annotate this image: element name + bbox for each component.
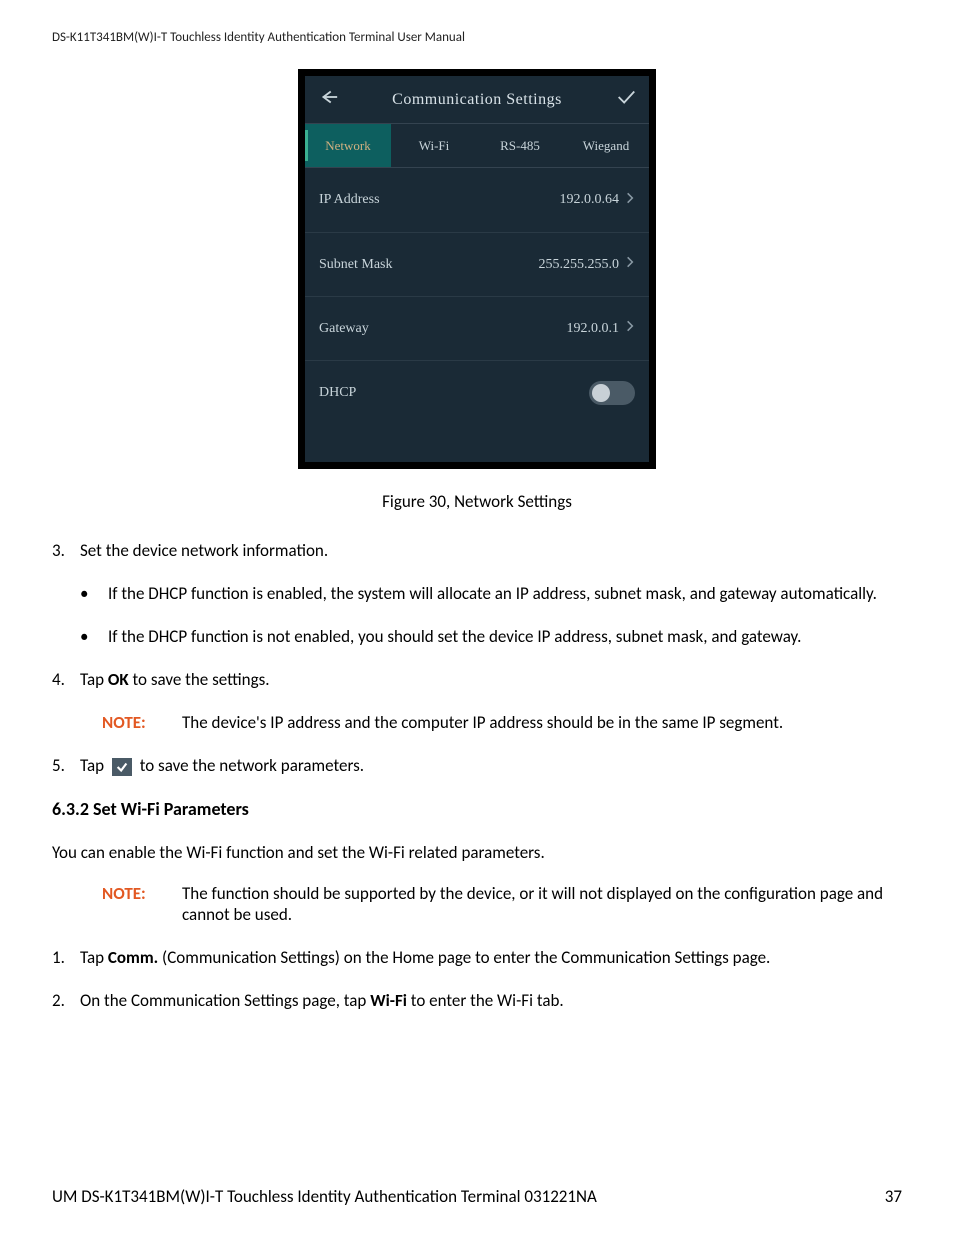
tabs-row: Network Wi-Fi RS-485 Wiegand xyxy=(305,124,649,168)
chevron-right-icon xyxy=(625,319,635,338)
paragraph: You can enable the Wi-Fi function and se… xyxy=(52,842,902,863)
label-dhcp: DHCP xyxy=(319,385,589,401)
row-gateway[interactable]: Gateway 192.0.0.1 xyxy=(305,296,649,360)
step-number: 5. xyxy=(52,755,80,776)
step-number: 4. xyxy=(52,669,80,690)
chevron-right-icon xyxy=(625,255,635,274)
step-number: 3. xyxy=(52,540,80,561)
value-ip: 192.0.0.64 xyxy=(560,192,620,208)
tab-wifi[interactable]: Wi-Fi xyxy=(391,124,477,167)
note-block: NOTE: The function should be supported b… xyxy=(102,883,902,925)
bullet-item: If the DHCP function is enabled, the sys… xyxy=(52,583,902,604)
note-label: NOTE: xyxy=(102,883,182,925)
step-text: On the Communication Settings page, tap … xyxy=(80,990,902,1011)
text-fragment: to save the settings. xyxy=(129,669,270,690)
label-subnet: Subnet Mask xyxy=(319,257,539,273)
bullet-list: If the DHCP function is enabled, the sys… xyxy=(52,583,902,647)
bold-text: Comm. xyxy=(108,947,158,968)
note-text: The function should be supported by the … xyxy=(182,883,902,925)
label-gateway: Gateway xyxy=(319,321,567,337)
value-gateway: 192.0.0.1 xyxy=(567,321,620,337)
row-subnet-mask[interactable]: Subnet Mask 255.255.255.0 xyxy=(305,232,649,296)
step-text: Tap to save the network parameters. xyxy=(80,755,902,776)
step-number: 1. xyxy=(52,947,80,968)
text-fragment: to save the network parameters. xyxy=(136,755,364,776)
text-fragment: Tap xyxy=(80,947,108,968)
row-ip-address[interactable]: IP Address 192.0.0.64 xyxy=(305,168,649,232)
dhcp-toggle[interactable] xyxy=(589,381,635,405)
step-5: 5. Tap to save the network parameters. xyxy=(52,755,902,776)
step-text: Set the device network information. xyxy=(80,540,902,561)
label-ip: IP Address xyxy=(319,192,560,208)
footer-left: UM DS-K1T341BM(W)I-T Touchless Identity … xyxy=(52,1186,597,1207)
bullet-text: If the DHCP function is not enabled, you… xyxy=(108,626,801,647)
text-fragment: On the Communication Settings page, tap xyxy=(80,990,370,1011)
note-text: The device's IP address and the computer… xyxy=(182,712,902,733)
bullet-item: If the DHCP function is not enabled, you… xyxy=(52,626,902,647)
device-screen: Communication Settings Network Wi-Fi RS-… xyxy=(305,76,649,462)
bullet-text: If the DHCP function is enabled, the sys… xyxy=(108,583,877,604)
instruction-list: 5. Tap to save the network parameters. xyxy=(52,755,902,776)
step-text: Tap OK to save the settings. xyxy=(80,669,902,690)
step-1: 1. Tap Comm. (Communication Settings) on… xyxy=(52,947,902,968)
screen-header: Communication Settings xyxy=(305,76,649,124)
bold-text: Wi-Fi xyxy=(370,990,407,1011)
note-block: NOTE: The device's IP address and the co… xyxy=(102,712,902,733)
device-frame: Communication Settings Network Wi-Fi RS-… xyxy=(298,69,656,469)
document-header: DS-K11T341BM(W)I-T Touchless Identity Au… xyxy=(52,30,902,45)
bold-text: OK xyxy=(108,669,129,690)
confirm-icon[interactable] xyxy=(615,86,637,113)
step-text: Tap Comm. (Communication Settings) on th… xyxy=(80,947,902,968)
value-subnet: 255.255.255.0 xyxy=(539,257,620,273)
text-fragment: to enter the Wi-Fi tab. xyxy=(407,990,564,1011)
chevron-right-icon xyxy=(625,191,635,210)
step-4: 4. Tap OK to save the settings. xyxy=(52,669,902,690)
check-icon xyxy=(112,758,132,776)
note-label: NOTE: xyxy=(102,712,182,733)
instruction-list: 3. Set the device network information. xyxy=(52,540,902,561)
instruction-list: 1. Tap Comm. (Communication Settings) on… xyxy=(52,947,902,1011)
tab-wiegand[interactable]: Wiegand xyxy=(563,124,649,167)
screen-title: Communication Settings xyxy=(339,91,615,109)
back-icon[interactable] xyxy=(317,86,339,113)
document-footer: UM DS-K1T341BM(W)I-T Touchless Identity … xyxy=(52,1186,902,1207)
tab-network[interactable]: Network xyxy=(305,124,391,167)
section-heading: 6.3.2 Set Wi-Fi Parameters xyxy=(52,798,902,820)
step-3: 3. Set the device network information. xyxy=(52,540,902,561)
row-dhcp: DHCP xyxy=(305,360,649,424)
page-number: 37 xyxy=(885,1186,902,1207)
settings-list: IP Address 192.0.0.64 Subnet Mask 255.25… xyxy=(305,168,649,462)
text-fragment: (Communication Settings) on the Home pag… xyxy=(158,947,770,968)
figure-caption: Figure 30, Network Settings xyxy=(52,491,902,512)
instruction-list: 4. Tap OK to save the settings. xyxy=(52,669,902,690)
text-fragment: Tap xyxy=(80,669,108,690)
step-number: 2. xyxy=(52,990,80,1011)
step-2: 2. On the Communication Settings page, t… xyxy=(52,990,902,1011)
text-fragment: Tap xyxy=(80,755,108,776)
tab-rs485[interactable]: RS-485 xyxy=(477,124,563,167)
